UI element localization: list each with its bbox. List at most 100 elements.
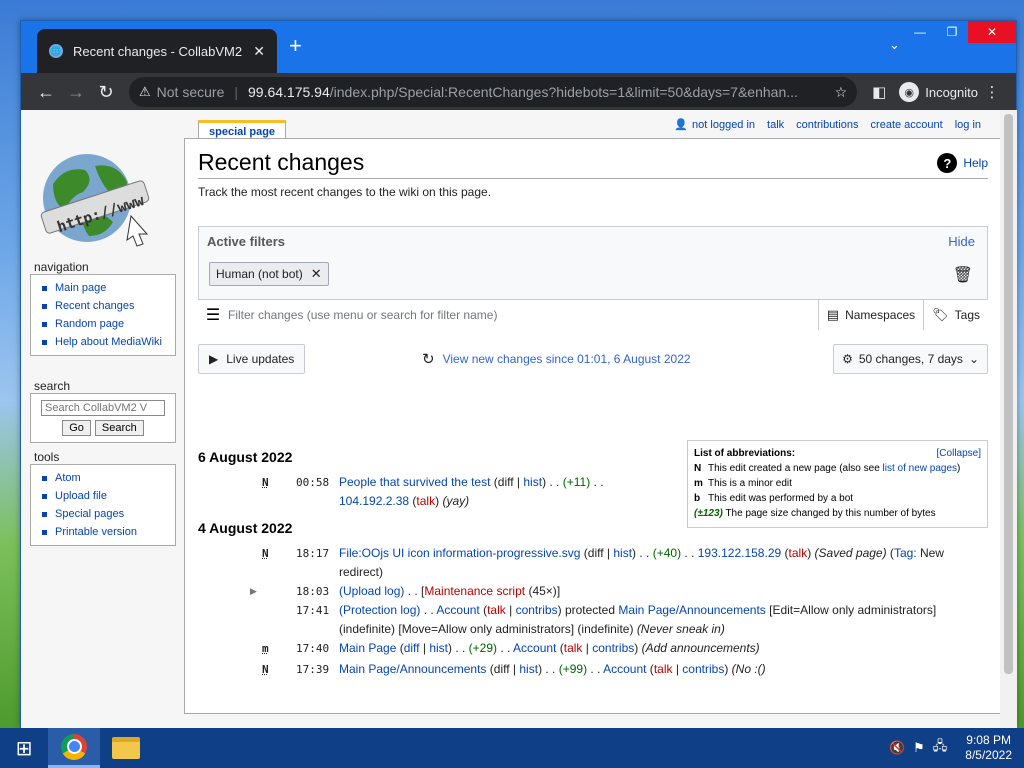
sidebar-item-random-page[interactable]: Random page [39,315,167,333]
browser-tab[interactable]: 🌐 Recent changes - CollabVM2 Wik ✕ [37,29,277,73]
wiki-logo[interactable]: http://www [35,136,153,256]
sidebar-item-recent-changes[interactable]: Recent changes [39,297,167,315]
browser-menu-icon[interactable]: ⋮ [978,83,1006,101]
tags-button[interactable]: 🏷 Tags [923,300,988,330]
browser-titlebar: 🌐 Recent changes - CollabVM2 Wik ✕ + ⌄ —… [21,21,1016,73]
user-link[interactable]: Account [513,641,556,655]
go-button[interactable]: Go [62,420,91,436]
omnibox-separator: | [234,84,238,100]
tab-search-icon[interactable]: ⌄ [889,37,900,53]
help-link[interactable]: ? Help [937,153,988,173]
hide-filters-link[interactable]: Hide [948,234,975,249]
sidebar-item-upload-file[interactable]: Upload file [39,487,167,505]
hist-link[interactable]: hist [519,662,538,676]
page-link[interactable]: Main Page/Announcements [339,662,486,676]
expand-arrow-icon[interactable]: ▶ [250,582,257,601]
sidebar-item-help[interactable]: Help about MediaWiki [39,333,167,351]
volume-muted-icon[interactable]: 🔇 [889,740,905,756]
side-panel-icon[interactable]: ◧ [865,83,893,101]
filter-chip[interactable]: Human (not bot) ✕ [209,262,329,286]
security-status[interactable]: Not secure [157,84,225,100]
entry-time: 17:40 [296,642,330,655]
talk-link[interactable]: talk [767,119,784,131]
chevron-down-icon: ⌄ [968,352,979,366]
user-link[interactable]: Account [436,603,479,617]
hist-link[interactable]: hist [613,546,632,560]
search-button[interactable]: Search [94,420,144,436]
gear-icon: ⚙ [842,352,853,366]
incognito-icon: ◉ [899,82,920,102]
changes-options-button[interactable]: ⚙ 50 changes, 7 days ⌄ [833,344,988,374]
flag-icon[interactable]: ⚑ [913,740,925,756]
page-scrollbar[interactable] [1000,110,1017,728]
diff-link[interactable]: diff [404,641,420,655]
protection-log-link[interactable]: (Protection log) [339,603,420,617]
filter-input[interactable]: Filter changes (use menu or search for f… [228,308,818,322]
navigation-heading: navigation [34,260,89,274]
not-logged-in-link[interactable]: not logged in [692,119,755,131]
search-portlet: Go Search [30,393,176,443]
page-link[interactable]: Main Page [339,641,396,655]
hist-link[interactable]: hist [523,475,542,489]
search-input[interactable] [41,400,165,416]
incognito-indicator[interactable]: ◉ Incognito [899,82,978,102]
window-close-icon[interactable]: ✕ [968,21,1016,43]
sidebar-item-special-pages[interactable]: Special pages [39,505,167,523]
tag-link[interactable]: Tag: [894,546,917,560]
remove-filter-icon[interactable]: ✕ [311,266,322,282]
filter-search-bar[interactable]: ☰ Filter changes (use menu or search for… [198,299,988,330]
back-icon[interactable]: ← [31,82,61,103]
address-bar[interactable]: ⚠ Not secure | 99.64.175.94 /index.php/S… [129,77,858,107]
edit-summary: (Saved page) [814,546,887,560]
page-link[interactable]: Main Page/Announcements [618,603,765,617]
filter-chip-label: Human (not bot) [216,267,303,281]
talk-link[interactable]: talk [487,603,506,617]
close-tab-icon[interactable]: ✕ [253,43,265,60]
user-link[interactable]: 104.192.2.38 [339,494,409,508]
windows-start-icon[interactable]: ⊞ [0,728,48,768]
sidebar-item-printable-version[interactable]: Printable version [39,523,167,541]
refresh-icon: ↻ [422,351,435,368]
reload-icon[interactable]: ↻ [91,82,121,103]
talk-link[interactable]: talk [416,494,435,508]
live-updates-button[interactable]: ▶ Live updates [198,344,306,374]
hist-link[interactable]: hist [429,641,448,655]
page-link[interactable]: People that survived the test [339,475,490,489]
sidebar-item-atom[interactable]: Atom [39,469,167,487]
search-heading: search [34,379,71,393]
create-account-link[interactable]: create account [871,119,943,131]
talk-link[interactable]: talk [564,641,583,655]
contributions-link[interactable]: contributions [796,119,858,131]
maximize-icon[interactable]: ❐ [936,21,968,43]
upload-log-link[interactable]: (Upload log) [339,584,404,598]
user-link[interactable]: 193.122.158.29 [698,546,781,560]
bookmark-star-icon[interactable]: ☆ [827,84,848,101]
user-link[interactable]: Maintenance script [424,584,525,598]
contribs-link[interactable]: contribs [682,662,724,676]
forward-icon[interactable]: → [61,82,91,103]
view-new-changes-link[interactable]: ↻ View new changes since 01:01, 6 August… [422,350,691,368]
menu-icon[interactable]: ☰ [198,305,228,325]
tools-portlet: Atom Upload file Special pages Printable… [30,464,176,546]
minor-edit-flag: m [262,642,269,655]
contribs-link[interactable]: contribs [516,603,558,617]
network-icon[interactable]: 🖧 [933,737,948,759]
talk-link[interactable]: talk [654,662,673,676]
user-link[interactable]: Account [603,662,646,676]
log-action: protected [564,603,615,617]
collapse-legend-link[interactable]: [Collapse] [937,446,981,461]
contribs-link[interactable]: contribs [592,641,634,655]
page-link[interactable]: File:OOjs UI icon information-progressiv… [339,546,580,560]
edit-summary: (Add announcements) [641,641,760,655]
new-tab-button[interactable]: + [289,35,302,57]
namespaces-button[interactable]: ▤ Namespaces [817,300,923,330]
minimize-icon[interactable]: — [904,21,936,43]
scrollbar-thumb[interactable] [1004,114,1013,674]
taskbar-chrome[interactable] [48,728,100,768]
taskbar-clock[interactable]: 9:08 PM 8/5/2022 [965,733,1012,763]
talk-link[interactable]: talk [789,546,808,560]
sidebar-item-main-page[interactable]: Main page [39,279,167,297]
log-in-link[interactable]: log in [955,119,981,131]
taskbar-explorer[interactable] [100,728,152,768]
trash-icon[interactable]: 🗑 [953,265,973,285]
